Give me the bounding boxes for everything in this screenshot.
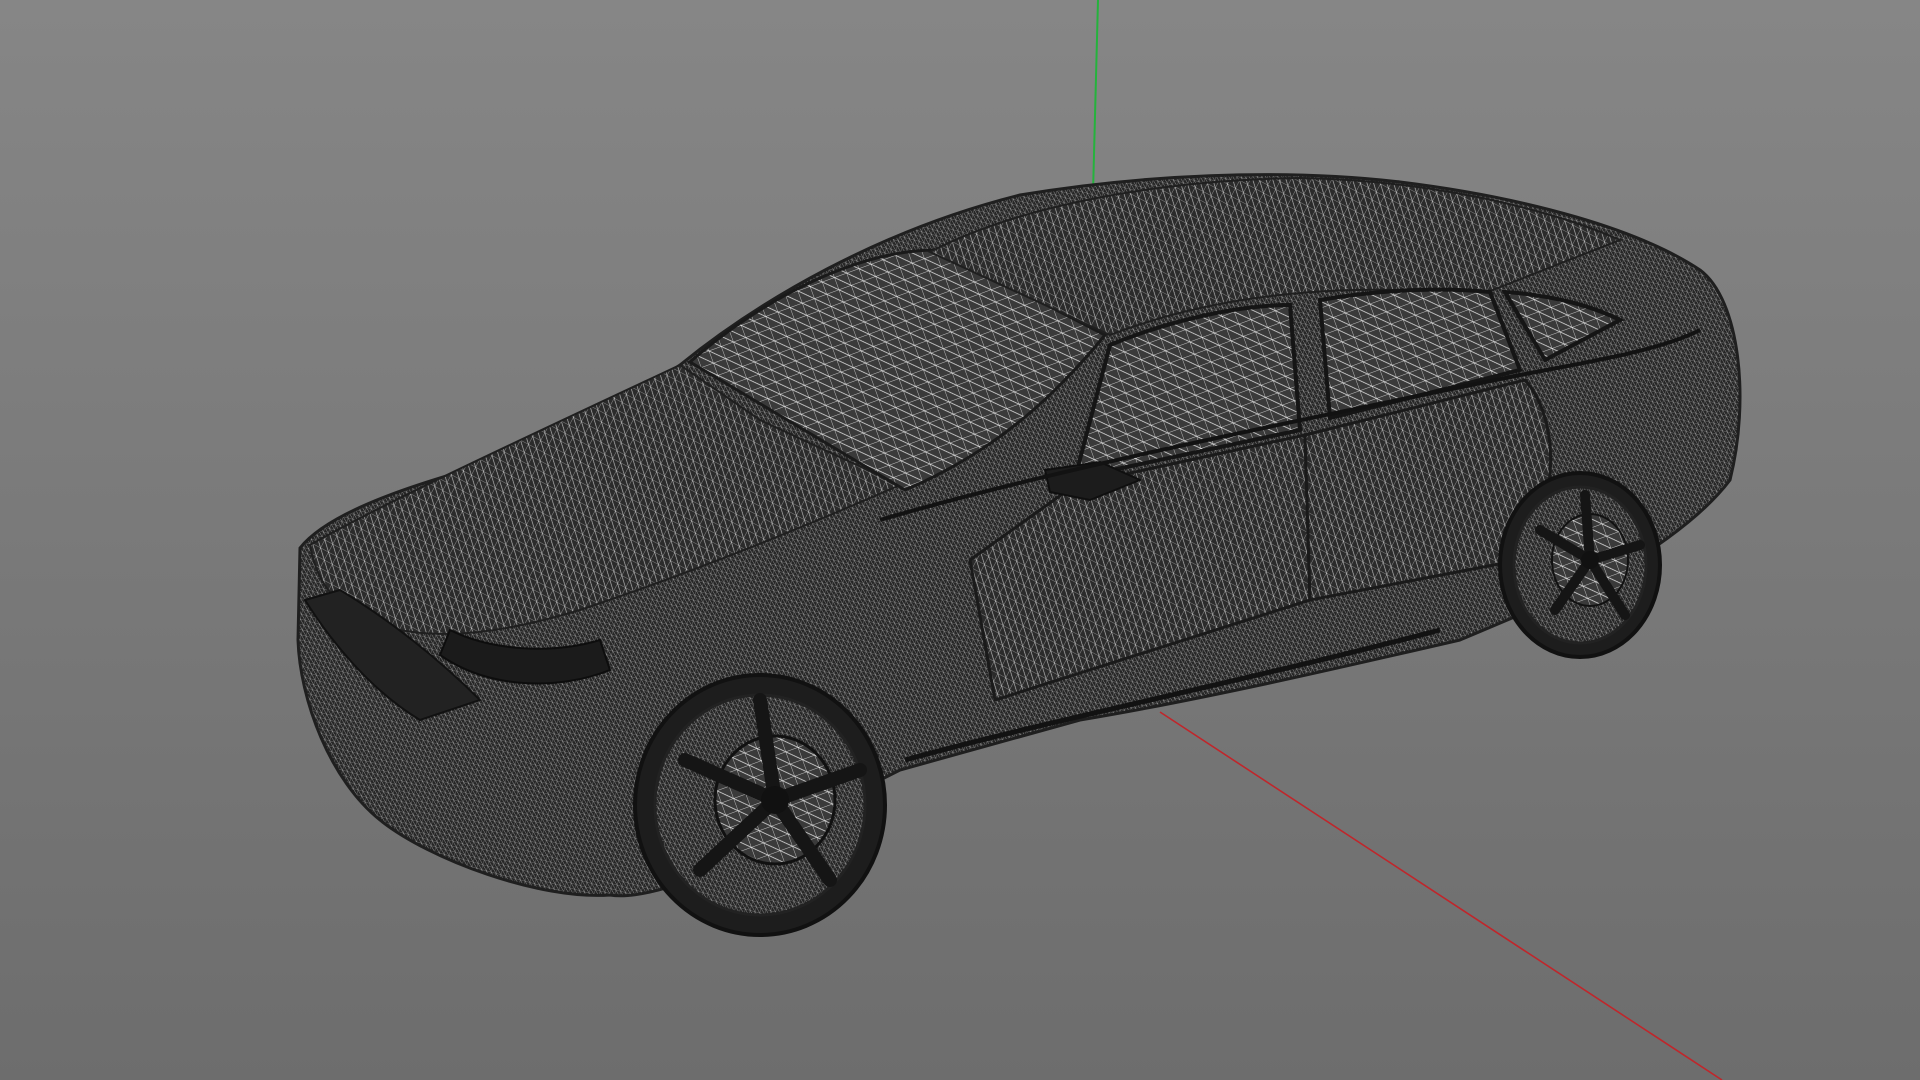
viewport-canvas[interactable]: [0, 0, 1920, 1080]
car-front-wheel: [633, 673, 887, 937]
3d-viewport[interactable]: [0, 0, 1920, 1080]
x-axis-line: [1159, 711, 1723, 1080]
car-rear-wheel: [1498, 471, 1662, 659]
car-wireframe-model[interactable]: [296, 173, 1742, 937]
